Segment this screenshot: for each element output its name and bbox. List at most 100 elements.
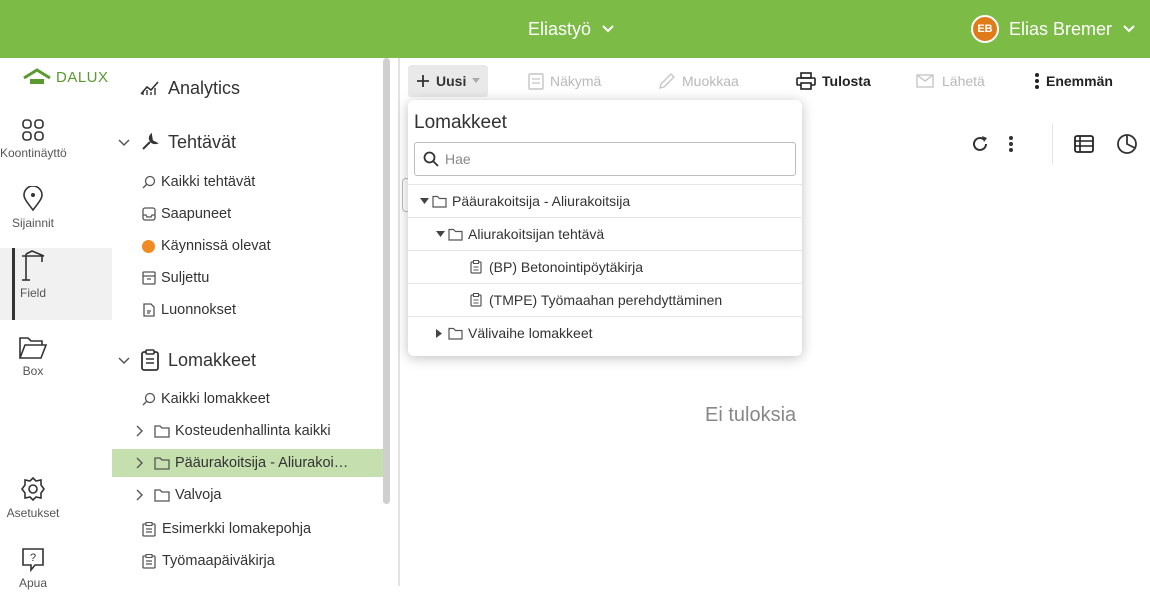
wrench-icon bbox=[142, 132, 159, 150]
pane-divider[interactable] bbox=[398, 58, 400, 586]
chevron-down-icon bbox=[1123, 25, 1135, 33]
view-divider bbox=[1052, 124, 1053, 164]
tree-folder-supervisor[interactable]: Valvoja bbox=[134, 481, 221, 509]
chart-view-button[interactable] bbox=[1116, 130, 1138, 158]
folder-icon bbox=[154, 457, 170, 470]
logo[interactable]: DALUX bbox=[22, 68, 109, 86]
new-form-dropdown: Lomakkeet Pääurakoitsija - Aliurakoitsij… bbox=[408, 100, 802, 356]
nav-rail: DALUX Koontinäyttö Sijainnit Field Box A… bbox=[0, 58, 112, 590]
archive-icon bbox=[142, 271, 156, 285]
caret-right-icon bbox=[436, 328, 442, 338]
chevron-down-icon bbox=[118, 357, 130, 365]
rail-item-box[interactable]: Box bbox=[0, 326, 112, 386]
tree-item-inbox[interactable]: Saapuneet bbox=[142, 200, 231, 228]
rail-item-field[interactable]: Field bbox=[0, 248, 112, 320]
tree-item-drafts[interactable]: Luonnokset bbox=[142, 296, 236, 324]
more-label: Enemmän bbox=[1046, 73, 1113, 89]
clipboard-icon bbox=[528, 73, 544, 90]
sidebar-scrollbar[interactable] bbox=[383, 58, 390, 504]
search-input[interactable] bbox=[445, 151, 775, 167]
tree-label: Tehtävät bbox=[168, 131, 237, 152]
rail-label: Asetukset bbox=[6, 506, 60, 520]
print-label: Tulosta bbox=[822, 73, 871, 89]
tree-item-all-tasks[interactable]: Kaikki tehtävät bbox=[142, 168, 255, 196]
tree-item-closed[interactable]: Suljettu bbox=[142, 264, 209, 292]
search-icon bbox=[142, 175, 156, 189]
chevron-down-icon bbox=[118, 139, 130, 147]
location-pin-icon bbox=[23, 186, 43, 212]
tree-analytics[interactable]: Analytics bbox=[140, 74, 240, 102]
tree-label: Kaikki tehtävät bbox=[161, 174, 256, 190]
send-button[interactable]: Lähetä bbox=[908, 65, 993, 97]
tree-folder-main-contractor[interactable]: Pääurakoitsija - Aliurakoi… bbox=[112, 449, 384, 477]
dropdown-search bbox=[414, 142, 796, 176]
rail-item-locations[interactable]: Sijainnit bbox=[0, 178, 112, 238]
help-icon: ? bbox=[22, 548, 44, 572]
mail-icon bbox=[916, 74, 934, 88]
user-menu[interactable]: EB Elias Bremer bbox=[970, 0, 1136, 58]
project-selector[interactable]: Eliastyö bbox=[528, 0, 615, 58]
print-button[interactable]: Tulosta bbox=[788, 65, 879, 97]
new-button[interactable]: Uusi bbox=[408, 65, 489, 97]
rail-label: Box bbox=[22, 364, 44, 378]
status-dot-icon bbox=[142, 239, 155, 253]
dropdown-form-concreting[interactable]: (BP) Betonointipöytäkirja bbox=[408, 250, 802, 283]
rail-item-help[interactable]: ? Apua bbox=[0, 538, 112, 598]
new-label: Uusi bbox=[436, 73, 467, 89]
rail-label: Koontinäyttö bbox=[0, 146, 67, 160]
tree-label: Saapuneet bbox=[161, 206, 232, 222]
more-vertical-icon bbox=[1009, 136, 1013, 152]
folder-open-icon bbox=[18, 337, 48, 359]
more-button[interactable]: Enemmän bbox=[1026, 65, 1121, 97]
tree-item-in-progress[interactable]: Käynnissä olevat bbox=[142, 232, 271, 260]
tree-label: Käynnissä olevat bbox=[161, 238, 271, 254]
draft-icon bbox=[143, 303, 155, 317]
form-icon bbox=[142, 521, 156, 537]
list-view-button[interactable] bbox=[1074, 130, 1094, 158]
refresh-icon bbox=[973, 136, 987, 151]
analytics-icon bbox=[140, 81, 159, 95]
tree-label: Valvoja bbox=[175, 487, 222, 503]
rail-label: Apua bbox=[18, 576, 48, 590]
dropdown-folder-interim[interactable]: Välivaihe lomakkeet bbox=[408, 316, 802, 349]
tree-tasks-header[interactable]: Tehtävät bbox=[118, 128, 236, 156]
tree-label: Lomakkeet bbox=[168, 349, 257, 370]
dropdown-row-label: (TMPE) Työmaahan perehdyttäminen bbox=[489, 292, 723, 308]
folder-icon bbox=[448, 228, 463, 241]
view-button[interactable]: Näkymä bbox=[520, 65, 609, 97]
chevron-right-icon bbox=[136, 489, 143, 501]
dropdown-folder-main-contractor[interactable]: Pääurakoitsija - Aliurakoitsija bbox=[408, 184, 802, 217]
crane-icon bbox=[22, 250, 45, 281]
dropdown-row-label: (BP) Betonointipöytäkirja bbox=[489, 259, 644, 275]
top-bar: Eliastyö EB Elias Bremer bbox=[0, 0, 1150, 58]
options-button[interactable] bbox=[1008, 130, 1014, 158]
tree-label: Suljettu bbox=[161, 270, 210, 286]
rail-item-settings[interactable]: Asetukset bbox=[0, 468, 112, 528]
refresh-button[interactable] bbox=[970, 130, 990, 158]
tree-item-example-template[interactable]: Esimerkki lomakepohja bbox=[142, 515, 311, 543]
search-icon bbox=[142, 392, 156, 406]
tree-item-all-forms[interactable]: Kaikki lomakkeet bbox=[142, 385, 270, 413]
tree-item-site-diary[interactable]: Työmaapäiväkirja bbox=[142, 547, 275, 575]
gear-icon bbox=[21, 476, 45, 502]
dropdown-folder-subcontractor-task[interactable]: Aliurakoitsijan tehtävä bbox=[408, 217, 802, 250]
chevron-right-icon bbox=[136, 425, 143, 437]
rail-label: Field bbox=[19, 286, 46, 300]
edit-button[interactable]: Muokkaa bbox=[650, 65, 747, 97]
project-name: Eliastyö bbox=[528, 19, 592, 39]
tree-folder-moisture[interactable]: Kosteudenhallinta kaikki bbox=[134, 417, 331, 445]
brand-name: DALUX bbox=[56, 68, 109, 86]
list-view-icon bbox=[1074, 135, 1094, 153]
dropdown-row-label: Välivaihe lomakkeet bbox=[468, 325, 593, 341]
tree-forms-header[interactable]: Lomakkeet bbox=[118, 346, 256, 374]
caret-down-icon bbox=[420, 197, 429, 204]
printer-icon bbox=[796, 72, 816, 90]
tree-label: Pääurakoitsija - Aliurakoi… bbox=[175, 455, 349, 471]
rail-item-dashboard[interactable]: Koontinäyttö bbox=[0, 108, 112, 168]
folder-icon bbox=[154, 489, 170, 502]
dropdown-title: Lomakkeet bbox=[414, 112, 507, 133]
dropdown-form-induction[interactable]: (TMPE) Työmaahan perehdyttäminen bbox=[408, 283, 802, 316]
folder-icon bbox=[154, 425, 170, 438]
tree-label: Työmaapäiväkirja bbox=[162, 553, 275, 569]
tree-label: Kaikki lomakkeet bbox=[161, 391, 270, 407]
